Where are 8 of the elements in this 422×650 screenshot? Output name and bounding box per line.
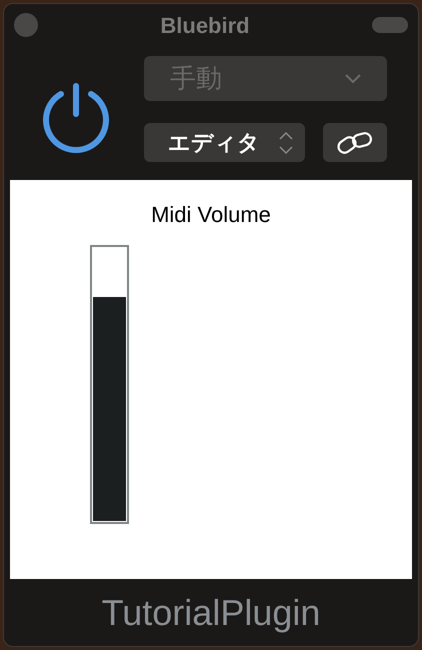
up-down-chevron-icon	[279, 130, 293, 154]
window-title: Bluebird	[160, 12, 250, 40]
chevron-down-icon	[345, 74, 361, 84]
plugin-name: TutorialPlugin	[102, 590, 320, 634]
link-button[interactable]	[323, 123, 387, 162]
link-icon	[336, 130, 374, 156]
view-select[interactable]: エディタ	[144, 123, 305, 162]
panel-title: Midi Volume	[151, 201, 271, 229]
